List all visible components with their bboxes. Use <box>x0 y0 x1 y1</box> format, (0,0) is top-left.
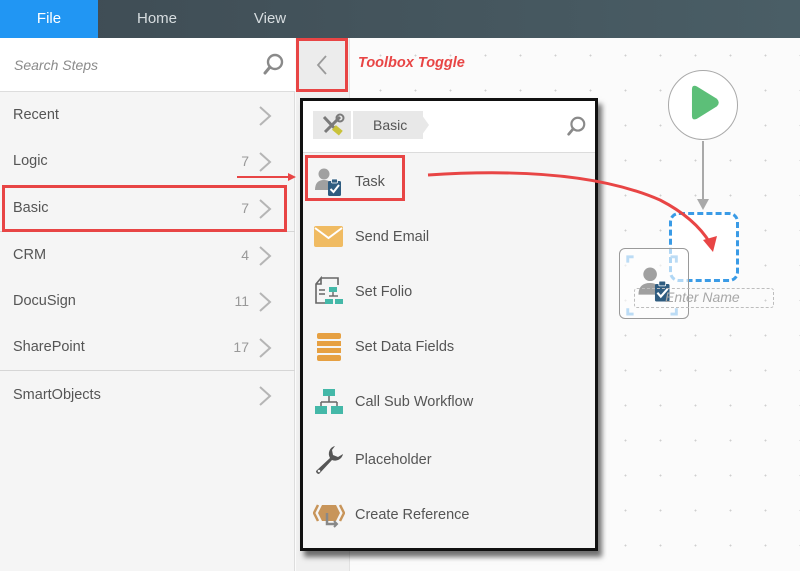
tab-file[interactable]: File <box>0 0 98 38</box>
step-set-data-fields[interactable]: Set Data Fields <box>303 321 595 373</box>
step-create-reference[interactable]: Create Reference <box>303 489 595 541</box>
category-count: 7 <box>241 153 249 169</box>
tab-view[interactable]: View <box>216 0 324 38</box>
category-sharepoint[interactable]: SharePoint 17 <box>0 324 295 370</box>
category-label: Logic <box>13 153 48 169</box>
start-node[interactable] <box>668 70 738 140</box>
step-categories-sidebar: Recent Logic 7 Basic 7 CRM 4 DocuSign 11… <box>0 38 295 571</box>
step-send-email[interactable]: Send Email <box>303 211 595 263</box>
step-label: Create Reference <box>355 507 470 523</box>
divider <box>0 370 295 371</box>
step-name-input[interactable]: Enter Name <box>634 288 774 308</box>
breadcrumb-basic[interactable]: Basic <box>353 111 424 139</box>
task-icon <box>315 168 341 196</box>
toolbox-toggle-button[interactable] <box>296 38 348 92</box>
breadcrumb-root[interactable] <box>313 111 351 139</box>
chevron-left-icon <box>316 55 327 75</box>
tools-icon <box>322 113 345 136</box>
step-label: Set Folio <box>355 284 413 300</box>
search-steps-input[interactable] <box>0 38 250 91</box>
chevron-right-icon <box>259 106 272 126</box>
category-count: 7 <box>241 200 249 216</box>
category-count: 4 <box>241 247 249 263</box>
dragged-task-ghost <box>619 248 689 319</box>
search-steps-box <box>0 38 295 92</box>
category-label: CRM <box>13 247 47 263</box>
category-crm[interactable]: CRM 4 <box>0 232 295 278</box>
step-call-sub-workflow[interactable]: Call Sub Workflow <box>303 376 595 428</box>
category-smartobjects[interactable]: SmartObjects <box>0 372 295 418</box>
step-task[interactable]: Task <box>303 156 595 208</box>
step-label: Send Email <box>355 229 430 245</box>
breadcrumb-tip <box>419 111 429 139</box>
category-recent[interactable]: Recent <box>0 92 295 138</box>
category-logic[interactable]: Logic 7 <box>0 138 295 184</box>
data-fields-icon <box>317 333 341 361</box>
category-label: Basic <box>13 200 49 216</box>
sub-workflow-icon <box>315 389 343 414</box>
step-placeholder[interactable]: Placeholder <box>303 434 595 486</box>
search-icon[interactable] <box>565 115 587 137</box>
category-label: SmartObjects <box>13 387 101 403</box>
category-label: Recent <box>13 107 59 123</box>
create-reference-icon <box>313 504 345 528</box>
category-label: SharePoint <box>13 339 85 355</box>
category-label: DocuSign <box>13 293 76 309</box>
toolbox-header: Basic <box>303 101 595 153</box>
category-docusign[interactable]: DocuSign 11 <box>0 278 295 324</box>
step-label: Call Sub Workflow <box>355 394 474 410</box>
chevron-right-icon <box>259 386 272 406</box>
category-count: 17 <box>233 339 249 355</box>
wrench-icon <box>316 446 343 474</box>
step-label: Placeholder <box>355 452 432 468</box>
chevron-right-icon <box>259 292 272 312</box>
step-label: Task <box>355 174 385 190</box>
step-label: Set Data Fields <box>355 339 455 355</box>
step-set-folio[interactable]: Set Folio <box>303 266 595 318</box>
play-icon <box>691 85 719 120</box>
chevron-right-icon <box>259 246 272 266</box>
category-basic[interactable]: Basic 7 <box>0 185 295 231</box>
set-folio-icon <box>315 276 343 304</box>
menu-bar: File Home View <box>0 0 800 38</box>
chevron-right-icon <box>259 199 272 219</box>
email-icon <box>314 226 343 247</box>
tab-home[interactable]: Home <box>98 0 216 38</box>
toolbox-toggle-annotation: Toolbox Toggle <box>358 55 465 71</box>
toolbox-panel: Basic Task Send Email Set Folio Set Data… <box>300 98 598 551</box>
chevron-right-icon <box>259 338 272 358</box>
chevron-right-icon <box>259 152 272 172</box>
search-icon[interactable] <box>262 52 286 76</box>
category-count: 11 <box>234 293 249 309</box>
